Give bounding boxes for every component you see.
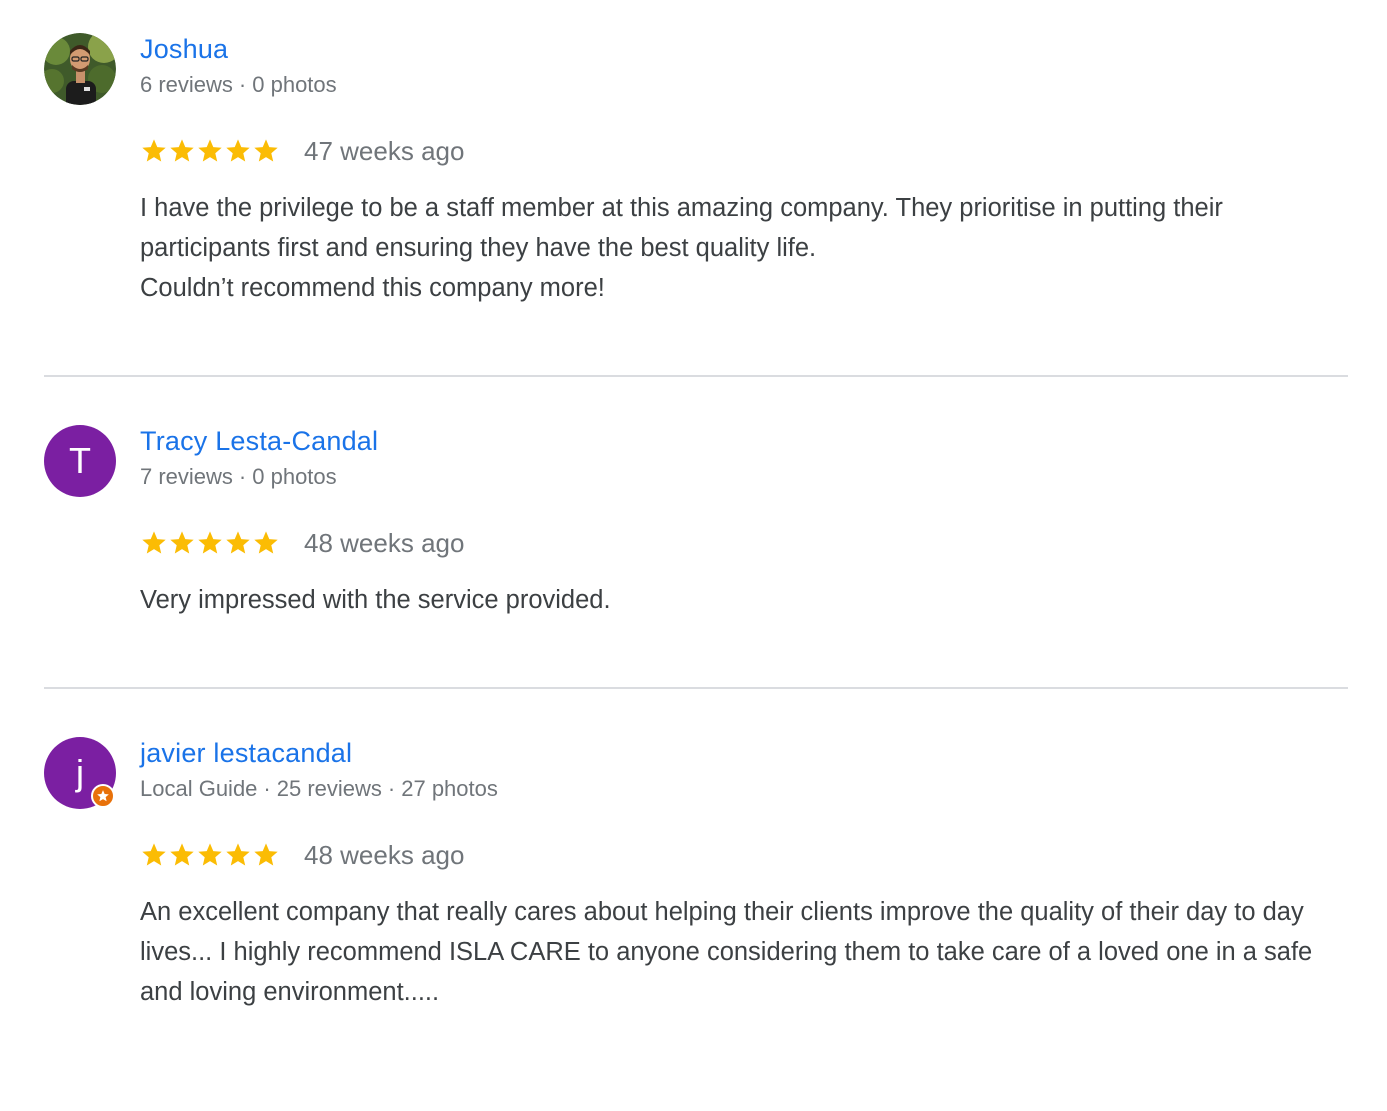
reviews-panel: Joshua 6 reviews · 0 photos 47 weeks ago I… (0, 0, 1387, 1111)
avatar[interactable] (44, 33, 116, 105)
avatar-letter: T (69, 440, 91, 481)
rating-row: 47 weeks ago (140, 135, 464, 167)
star-icon (226, 531, 250, 554)
photo-count: 0 photos (252, 464, 337, 489)
separator-dot: · (263, 776, 271, 801)
star-icon (170, 843, 194, 866)
user-photo-avatar-icon (44, 33, 116, 105)
photo-count: 27 photos (401, 776, 498, 801)
review-item: j javier lestacandal Local Guide · 25 revi… (44, 737, 1348, 1037)
review-text: Very impressed with the service provided… (140, 586, 611, 614)
local-guide-label: Local Guide (140, 776, 258, 801)
review-count: 25 reviews (276, 776, 382, 801)
avatar-letter: j (76, 752, 84, 793)
reviewer-meta: Local Guide · 25 reviews · 27 photos (140, 775, 498, 803)
star-icon (142, 843, 166, 866)
star-rating (140, 137, 280, 165)
reviewer-meta: 6 reviews · 0 photos (140, 71, 337, 99)
star-rating (140, 529, 280, 557)
star-icon (142, 139, 166, 162)
separator-dot: · (238, 464, 247, 489)
avatar[interactable]: j (44, 737, 116, 809)
reviewer-name-link[interactable]: javier lestacandal (140, 737, 352, 769)
review-item: T Tracy Lesta-Candal 7 reviews · 0 photos … (44, 425, 1348, 655)
star-icon (226, 139, 250, 162)
separator-dot: · (387, 776, 396, 801)
star-icon (170, 531, 194, 554)
reviewer-name-link[interactable]: Tracy Lesta-Candal (140, 425, 378, 457)
star-icon (198, 139, 222, 162)
review-item: Joshua 6 reviews · 0 photos 47 weeks ago I… (44, 33, 1348, 333)
review-count: 6 reviews (140, 72, 233, 97)
divider (44, 687, 1348, 689)
star-icon (142, 531, 166, 554)
photo-count: 0 photos (252, 72, 337, 97)
divider (44, 375, 1348, 377)
star-rating (140, 841, 280, 869)
separator-dot: · (238, 72, 247, 97)
review-text: I have the privilege to be a staff membe… (140, 194, 1223, 302)
star-icon (226, 843, 250, 866)
avatar[interactable]: T (44, 425, 116, 497)
review-time: 48 weeks ago (304, 527, 465, 558)
review-text: An excellent company that really cares a… (140, 898, 1313, 1006)
rating-row: 48 weeks ago (140, 527, 464, 559)
star-icon (254, 843, 278, 866)
reviewer-meta: 7 reviews · 0 photos (140, 463, 337, 491)
rating-row: 48 weeks ago (140, 839, 464, 871)
reviewer-name-link[interactable]: Joshua (140, 33, 228, 65)
star-icon (254, 139, 278, 162)
review-count: 7 reviews (140, 464, 233, 489)
star-icon (170, 139, 194, 162)
star-icon (254, 531, 278, 554)
review-time: 47 weeks ago (304, 135, 465, 166)
local-guide-star-icon (91, 784, 115, 808)
star-icon (198, 531, 222, 554)
review-time: 48 weeks ago (304, 839, 465, 870)
star-icon (198, 843, 222, 866)
